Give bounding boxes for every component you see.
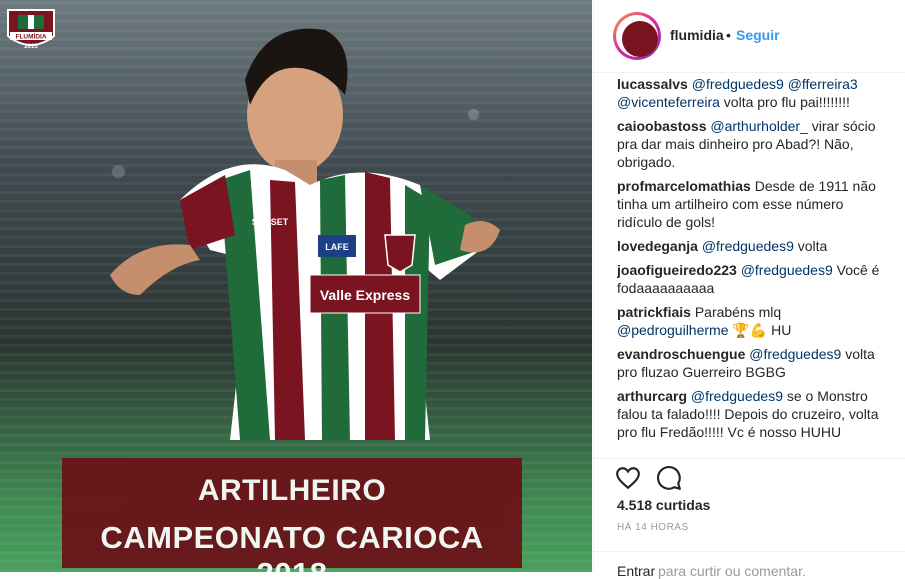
post-timestamp[interactable]: HÁ 14 HORAS (617, 522, 689, 533)
comment-item: lucassalvs @fredguedes9 @fferreira3 @vic… (617, 75, 887, 111)
comment-placeholder: para curtir ou comentar. (658, 563, 806, 579)
comment-mention[interactable]: @fredguedes9 (741, 262, 833, 278)
player-figure: Valle Express SUNSET LAFE (110, 28, 500, 440)
comment-item: caioobastoss @arthurholder_ virar sócio … (617, 117, 887, 171)
profile-username[interactable]: flumidia (670, 27, 724, 43)
shirt-sponsor-valle: Valle Express (320, 287, 411, 303)
comment-text: Parabéns mlq (694, 304, 782, 320)
comment-mention[interactable]: @fredguedes9 (691, 388, 783, 404)
comment-username[interactable]: arthurcarg (617, 388, 687, 404)
comment-mention[interactable]: @pedroguilherme (617, 322, 729, 338)
heart-icon[interactable] (615, 465, 641, 491)
badge-text: FLUMÍDIA (15, 32, 46, 41)
flumidia-badge-logo: FLUMÍDIA 2015 (7, 9, 55, 50)
comment-mention[interactable]: @arthurholder_ (710, 118, 808, 134)
headline-banner: ARTILHEIRO CAMPEONATO CARIOCA 2018 (62, 458, 522, 572)
comment-username[interactable]: lucassalvs (617, 76, 688, 92)
comment-item: joaofigueiredo223 @fredguedes9 Você é fo… (617, 261, 887, 297)
comment-item: profmarcelomathias Desde de 1911 não tin… (617, 177, 887, 231)
comment-mention[interactable]: @vicenteferreira (617, 94, 720, 110)
comment-username[interactable]: profmarcelomathias (617, 178, 751, 194)
banner-title: ARTILHEIRO (197, 474, 387, 507)
comment-username[interactable]: joaofigueiredo223 (617, 262, 737, 278)
comment-text: volta pro flu pai!!!!!!!! (719, 94, 850, 110)
comment-mention[interactable]: @fredguedes9 (702, 238, 794, 254)
shirt-sponsor-sunset: SUNSET (252, 217, 289, 227)
comment-mention[interactable]: @fredguedes9 (692, 76, 784, 92)
comment-icon[interactable] (656, 465, 682, 491)
header-separator: • (726, 27, 731, 43)
comment-item: patrickfiais Parabéns mlq @pedroguilherm… (617, 303, 887, 339)
shirt-sponsor-lafe: LAFE (325, 242, 349, 252)
comment-mention[interactable]: @fredguedes9 (749, 346, 841, 362)
post-header: flumidia • Seguir (594, 0, 905, 73)
post-photo: FLUMÍDIA 2015 Valle Express SUNSET LAFE … (0, 0, 592, 572)
profile-avatar[interactable] (613, 12, 661, 60)
comment-username[interactable]: lovedeganja (617, 238, 698, 254)
comment-mention[interactable]: @fferreira3 (788, 76, 858, 92)
banner-subtitle: CAMPEONATO CARIOCA 2018 (100, 520, 484, 572)
comment-item: arthurcarg @fredguedes9 se o Monstro fal… (617, 387, 887, 441)
follow-button[interactable]: Seguir (736, 27, 780, 43)
badge-year: 2015 (24, 44, 38, 50)
likes-count[interactable]: 4.518 curtidas (617, 497, 710, 513)
post-sidebar: flumidia • Seguir lucassalvs @fredguedes… (593, 0, 905, 579)
comment-username[interactable]: evandroschuengue (617, 346, 745, 362)
post-actions: 4.518 curtidas HÁ 14 HORAS Entrar para c… (594, 458, 905, 579)
comment-username[interactable]: caioobastoss (617, 118, 706, 134)
comment-item: evandroschuengue @fredguedes9 volta pro … (617, 345, 887, 381)
add-comment-bar: Entrar para curtir ou comentar. (594, 551, 905, 579)
comment-text: volta (793, 238, 828, 254)
comment-item: lovedeganja @fredguedes9 volta (617, 237, 887, 255)
comment-text: 🏆💪 HU (728, 322, 792, 338)
comment-username[interactable]: patrickfiais (617, 304, 691, 320)
login-link[interactable]: Entrar (617, 563, 655, 579)
comments-list: lucassalvs @fredguedes9 @fferreira3 @vic… (617, 75, 887, 453)
